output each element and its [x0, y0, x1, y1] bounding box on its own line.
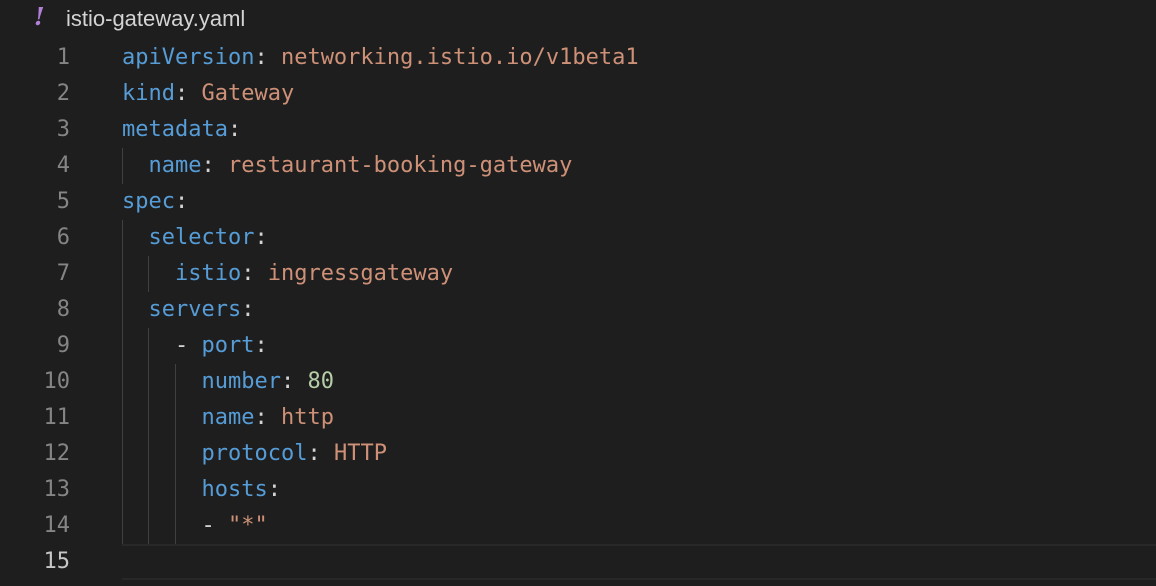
code-line[interactable]: 14 - "*"	[0, 508, 1156, 544]
yaml-key: spec	[122, 189, 175, 214]
line-content: metadata:	[122, 112, 241, 148]
yaml-key: servers	[148, 297, 242, 322]
yaml-separator: :	[227, 117, 242, 142]
line-number: 9	[56, 333, 70, 358]
code-line[interactable]: 11 name: http	[0, 400, 1156, 436]
yaml-separator: :	[254, 405, 281, 430]
yaml-value: restaurant-booking-gateway	[227, 153, 573, 178]
yaml-key: metadata	[122, 117, 228, 142]
line-number: 7	[56, 261, 70, 286]
code-line[interactable]: 6 selector:	[0, 220, 1156, 256]
editor-tab-header: ! istio-gateway.yaml	[0, 0, 1156, 38]
yaml-value: Gateway	[201, 81, 295, 106]
yaml-value: ingressgateway	[267, 261, 454, 286]
yaml-key: apiVersion	[122, 45, 255, 70]
code-line[interactable]: 7 istio: ingressgateway	[0, 256, 1156, 292]
line-number: 8	[56, 297, 70, 322]
yaml-separator: :	[267, 477, 281, 502]
line-number: 15	[43, 549, 71, 574]
line-number: 12	[43, 441, 71, 466]
yaml-value: "*"	[227, 513, 268, 538]
list-dash: -	[201, 513, 228, 538]
indent-guide	[122, 148, 123, 184]
code-area[interactable]: 1 apiVersion: networking.istio.io/v1beta1…	[0, 40, 1156, 580]
code-line[interactable]: 13 hosts:	[0, 472, 1156, 508]
file-name: istio-gateway.yaml	[66, 6, 246, 31]
code-editor[interactable]: ! istio-gateway.yaml 1 apiVersion: networ…	[0, 0, 1156, 586]
line-number: 4	[56, 153, 70, 178]
yaml-separator: :	[241, 261, 268, 286]
yaml-key: hosts	[201, 477, 268, 502]
yaml-key: selector	[148, 225, 255, 250]
yaml-key: istio	[174, 261, 242, 286]
yaml-separator: :	[254, 45, 281, 70]
line-content: hosts:	[122, 472, 281, 508]
yaml-key: number	[201, 369, 281, 394]
line-content: selector:	[122, 220, 268, 256]
line-content: apiVersion: networking.istio.io/v1beta1	[122, 40, 639, 76]
yaml-separator: :	[201, 153, 228, 178]
code-line[interactable]: 3 metadata:	[0, 112, 1156, 148]
line-content: - port:	[122, 328, 268, 364]
indent-guide	[122, 220, 123, 544]
line-number: 6	[56, 225, 70, 250]
yaml-value: 80	[307, 369, 334, 394]
indent-guide	[174, 364, 176, 544]
line-number: 11	[43, 405, 71, 430]
yaml-key: kind	[122, 81, 175, 106]
indent-guide	[148, 256, 150, 292]
yaml-key: protocol	[201, 441, 308, 466]
yaml-value: http	[280, 405, 334, 430]
line-number: 3	[56, 117, 70, 142]
line-content: protocol: HTTP	[122, 436, 387, 472]
code-line[interactable]: 15	[0, 544, 1156, 580]
line-number: 2	[56, 81, 70, 106]
yaml-key: port	[201, 333, 255, 358]
line-content: name: http	[122, 400, 334, 436]
line-number: 1	[56, 45, 70, 70]
code-line[interactable]: 4 name: restaurant-booking-gateway	[0, 148, 1156, 184]
line-content: kind: Gateway	[122, 76, 294, 112]
yaml-separator: :	[174, 189, 189, 214]
code-line[interactable]: 9 - port:	[0, 328, 1156, 364]
code-line[interactable]: 2 kind: Gateway	[0, 76, 1156, 112]
code-line[interactable]: 5 spec:	[0, 184, 1156, 220]
yaml-value: networking.istio.io/v1beta1	[280, 45, 639, 70]
indent-guide	[148, 328, 150, 544]
yaml-separator: :	[254, 225, 268, 250]
yaml-separator: :	[174, 81, 202, 106]
yaml-value: HTTP	[333, 441, 387, 466]
line-number: 13	[43, 477, 71, 502]
line-number: 14	[43, 513, 71, 538]
line-content: number: 80	[122, 364, 334, 400]
yaml-key: name	[201, 405, 255, 430]
line-number: 5	[56, 189, 70, 214]
line-content: - "*"	[122, 508, 268, 544]
yaml-exclamation-icon: !	[34, 2, 45, 31]
yaml-separator: :	[280, 369, 308, 394]
line-number: 10	[43, 369, 71, 394]
line-content: istio: ingressgateway	[122, 256, 453, 292]
code-line[interactable]: 12 protocol: HTTP	[0, 436, 1156, 472]
code-line[interactable]: 8 servers:	[0, 292, 1156, 328]
list-dash: -	[174, 333, 202, 358]
yaml-separator: :	[241, 297, 255, 322]
code-line[interactable]: 1 apiVersion: networking.istio.io/v1beta1	[0, 40, 1156, 76]
yaml-key: name	[148, 153, 202, 178]
yaml-separator: :	[307, 441, 334, 466]
line-content: name: restaurant-booking-gateway	[122, 148, 573, 184]
line-content: spec:	[122, 184, 188, 220]
yaml-separator: :	[254, 333, 268, 358]
code-line[interactable]: 10 number: 80	[0, 364, 1156, 400]
line-content: servers:	[122, 292, 255, 328]
